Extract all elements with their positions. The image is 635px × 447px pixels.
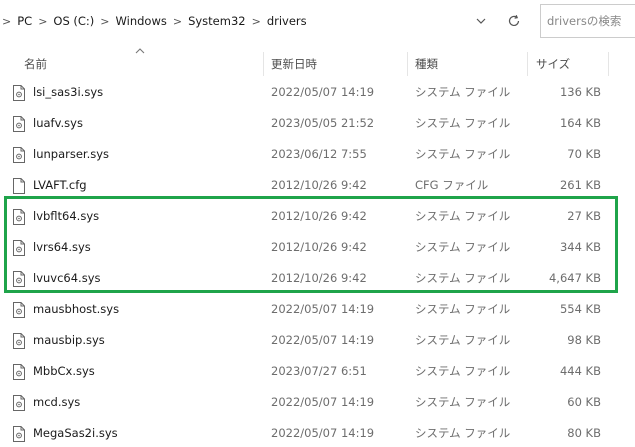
file-date: 2012/10/26 9:42: [271, 240, 367, 254]
search-input[interactable]: driversの検索: [540, 4, 635, 38]
file-name: lvbflt64.sys: [33, 209, 100, 223]
sys-file-icon: [12, 333, 26, 349]
file-name: LVAFT.cfg: [33, 178, 87, 192]
file-date: 2012/10/26 9:42: [271, 178, 367, 192]
sort-ascending-icon: [135, 46, 145, 57]
breadcrumb-item-system32[interactable]: System32: [188, 14, 246, 28]
sys-file-icon: [12, 209, 26, 225]
column-header-date[interactable]: 更新日時: [271, 52, 317, 76]
file-row[interactable]: MegaSas2i.sys 2022/05/07 14:19 システム ファイル…: [0, 418, 635, 447]
sys-file-icon: [12, 364, 26, 380]
file-date: 2023/07/27 6:51: [271, 364, 367, 378]
file-row[interactable]: lunparser.sys 2023/06/12 7:55 システム ファイル …: [0, 139, 635, 170]
breadcrumb[interactable]: > PC > OS (C:) > Windows > System32 > dr…: [0, 4, 490, 38]
file-size: 261 KB: [559, 178, 601, 192]
chevron-right-icon[interactable]: >: [94, 15, 115, 28]
file-size: 98 KB: [567, 333, 601, 347]
file-row[interactable]: lvuvc64.sys 2012/10/26 9:42 システム ファイル 4,…: [0, 263, 635, 294]
file-row[interactable]: mausbip.sys 2022/05/07 14:19 システム ファイル 9…: [0, 325, 635, 356]
file-size: 554 KB: [559, 302, 601, 316]
file-type: システム ファイル: [415, 395, 511, 409]
file-row[interactable]: mcd.sys 2022/05/07 14:19 システム ファイル 60 KB: [0, 387, 635, 418]
file-date: 2022/05/07 14:19: [271, 426, 375, 440]
file-name: lvrs64.sys: [33, 240, 91, 254]
blank-file-icon: [12, 178, 26, 194]
column-divider[interactable]: [527, 52, 528, 76]
file-name: lvuvc64.sys: [33, 271, 101, 285]
file-date: 2023/06/12 7:55: [271, 147, 367, 161]
file-date: 2022/05/07 14:19: [271, 85, 375, 99]
file-size: 344 KB: [559, 240, 601, 254]
file-list: lsi_sas3i.sys 2022/05/07 14:19 システム ファイル…: [0, 77, 635, 447]
file-date: 2012/10/26 9:42: [271, 209, 367, 223]
refresh-icon[interactable]: [500, 4, 528, 38]
file-date: 2012/10/26 9:42: [271, 271, 367, 285]
chevron-right-icon[interactable]: >: [167, 15, 188, 28]
file-name: mcd.sys: [33, 395, 81, 409]
file-row[interactable]: MbbCx.sys 2023/07/27 6:51 システム ファイル 444 …: [0, 356, 635, 387]
file-row[interactable]: lvrs64.sys 2012/10/26 9:42 システム ファイル 344…: [0, 232, 635, 263]
file-date: 2023/05/05 21:52: [271, 116, 375, 130]
column-divider[interactable]: [407, 52, 408, 76]
breadcrumb-item-windows[interactable]: Windows: [116, 14, 167, 28]
file-size: 80 KB: [567, 426, 601, 440]
file-size: 27 KB: [567, 209, 601, 223]
file-type: システム ファイル: [415, 271, 511, 285]
address-bar: > PC > OS (C:) > Windows > System32 > dr…: [0, 4, 635, 38]
chevron-right-icon[interactable]: >: [32, 15, 53, 28]
file-type: システム ファイル: [415, 302, 511, 316]
file-type: システム ファイル: [415, 147, 511, 161]
file-row[interactable]: mausbhost.sys 2022/05/07 14:19 システム ファイル…: [0, 294, 635, 325]
chevron-right-icon[interactable]: >: [0, 15, 17, 28]
sys-file-icon: [12, 271, 26, 287]
column-divider[interactable]: [608, 52, 609, 76]
breadcrumb-item-pc[interactable]: PC: [17, 14, 32, 28]
file-type: システム ファイル: [415, 209, 511, 223]
sys-file-icon: [12, 85, 26, 101]
sys-file-icon: [12, 395, 26, 411]
column-header-size[interactable]: サイズ: [536, 52, 570, 76]
file-name: lunparser.sys: [33, 147, 110, 161]
sys-file-icon: [12, 147, 26, 163]
file-type: システム ファイル: [415, 116, 511, 130]
file-size: 70 KB: [567, 147, 601, 161]
file-row[interactable]: LVAFT.cfg 2012/10/26 9:42 CFG ファイル 261 K…: [0, 170, 635, 201]
sys-file-icon: [12, 302, 26, 318]
chevron-right-icon[interactable]: >: [246, 15, 267, 28]
sys-file-icon: [12, 240, 26, 256]
sys-file-icon: [12, 116, 26, 132]
file-type: システム ファイル: [415, 426, 511, 440]
file-name: lsi_sas3i.sys: [33, 85, 104, 99]
file-date: 2022/05/07 14:19: [271, 333, 375, 347]
file-row[interactable]: luafv.sys 2023/05/05 21:52 システム ファイル 164…: [0, 108, 635, 139]
file-type: システム ファイル: [415, 333, 511, 347]
file-size: 4,647 KB: [548, 271, 601, 285]
file-name: MbbCx.sys: [33, 364, 95, 378]
breadcrumb-item-drivers[interactable]: drivers: [267, 14, 307, 28]
breadcrumb-item-drive[interactable]: OS (C:): [53, 14, 94, 28]
file-date: 2022/05/07 14:19: [271, 302, 375, 316]
file-size: 444 KB: [559, 364, 601, 378]
file-type: システム ファイル: [415, 240, 511, 254]
column-header-name[interactable]: 名前: [24, 52, 47, 76]
file-type: システム ファイル: [415, 85, 511, 99]
file-row[interactable]: lvbflt64.sys 2012/10/26 9:42 システム ファイル 2…: [0, 201, 635, 232]
file-size: 164 KB: [559, 116, 601, 130]
file-name: mausbip.sys: [33, 333, 105, 347]
file-date: 2022/05/07 14:19: [271, 395, 375, 409]
file-explorer-window: > PC > OS (C:) > Windows > System32 > dr…: [0, 0, 635, 447]
chevron-down-icon[interactable]: [470, 4, 492, 38]
file-row[interactable]: lsi_sas3i.sys 2022/05/07 14:19 システム ファイル…: [0, 77, 635, 108]
file-name: mausbhost.sys: [33, 302, 120, 316]
file-size: 60 KB: [567, 395, 601, 409]
file-name: luafv.sys: [33, 116, 83, 130]
column-divider[interactable]: [263, 52, 264, 76]
file-type: CFG ファイル: [415, 178, 489, 192]
column-header-type[interactable]: 種類: [415, 52, 438, 76]
file-name: MegaSas2i.sys: [33, 426, 118, 440]
file-type: システム ファイル: [415, 364, 511, 378]
sys-file-icon: [12, 426, 26, 442]
file-size: 136 KB: [559, 85, 601, 99]
